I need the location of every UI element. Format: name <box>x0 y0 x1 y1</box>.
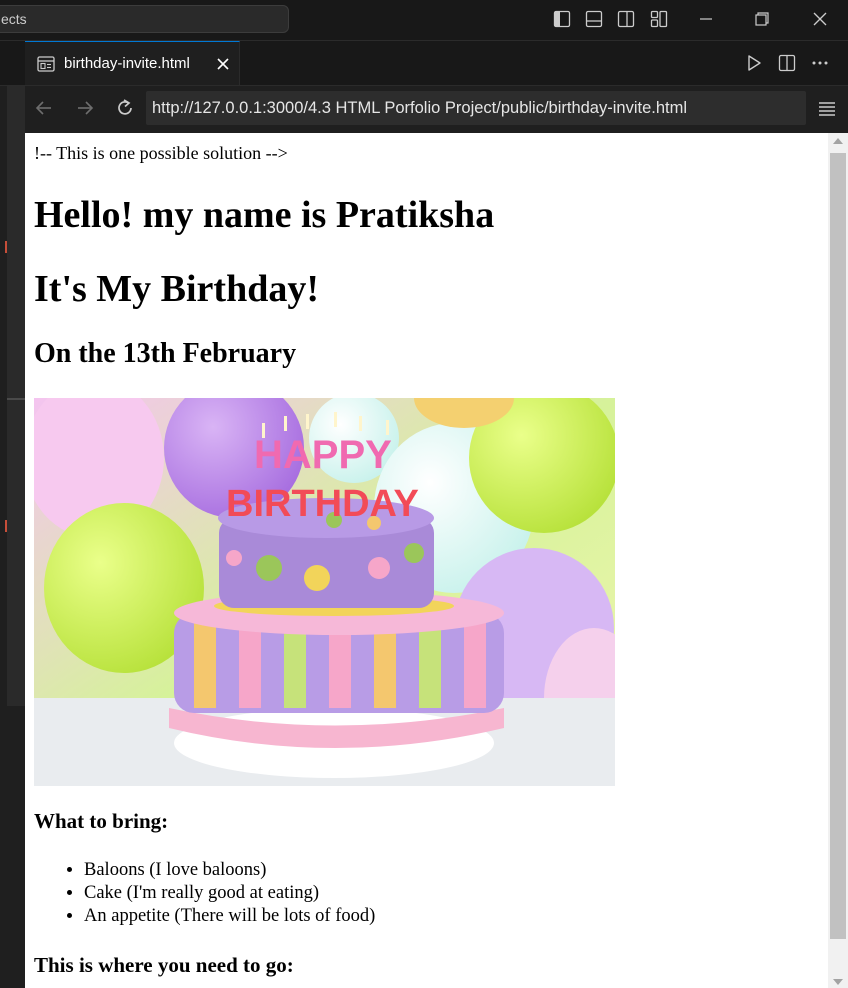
run-icon[interactable] <box>744 53 764 73</box>
search-text: ects <box>1 11 27 27</box>
tab-birthday-invite[interactable]: birthday-invite.html <box>25 41 240 85</box>
menu-icon[interactable] <box>816 97 838 119</box>
cake-topper-birthday: BIRTHDAY <box>226 483 419 525</box>
tab-label: birthday-invite.html <box>64 55 190 72</box>
location-heading: This is where you need to go: <box>34 953 294 977</box>
restore-icon[interactable] <box>752 9 772 29</box>
editor-tab-strip: • birthday-invite.html <box>0 41 848 112</box>
scroll-up-arrow-icon[interactable] <box>833 138 843 144</box>
divider <box>7 398 25 400</box>
list-item: Cake (I'm really good at eating) <box>84 882 375 905</box>
page-viewport: !-- This is one possible solution --> He… <box>25 133 828 988</box>
close-tab-icon[interactable] <box>213 54 233 74</box>
error-marker <box>5 241 7 253</box>
page-title: Hello! my name is Pratiksha <box>34 194 495 236</box>
scrollbar-thumb[interactable] <box>830 153 846 939</box>
forward-icon[interactable] <box>74 97 96 119</box>
url-text: http://127.0.0.1:3000/4.3 HTML Porfolio … <box>152 99 688 117</box>
scroll-down-arrow-icon[interactable] <box>833 979 843 985</box>
editor-minimap <box>7 86 25 706</box>
list-item: An appetite (There will be lots of food) <box>84 905 375 928</box>
more-actions-icon[interactable] <box>810 53 830 73</box>
comment-text: !-- This is one possible solution --> <box>34 143 288 163</box>
url-input[interactable]: http://127.0.0.1:3000/4.3 HTML Porfolio … <box>146 91 806 125</box>
error-marker <box>5 520 7 532</box>
title-bar: ects <box>0 0 848 41</box>
birthday-heading: It's My Birthday! <box>34 268 319 310</box>
bring-list: Baloons (I love baloons) Cake (I'm reall… <box>34 859 375 928</box>
minimize-icon[interactable] <box>696 9 716 29</box>
date-heading: On the 13th February <box>34 338 297 369</box>
birthday-cake-image: HAPPY BIRTHDAY <box>34 398 615 786</box>
toggle-panel-icon[interactable] <box>584 9 604 29</box>
preview-icon <box>37 56 55 72</box>
reload-icon[interactable] <box>114 97 136 119</box>
bring-heading: What to bring: <box>34 809 169 833</box>
close-window-icon[interactable] <box>810 9 830 29</box>
page-scrollbar[interactable] <box>828 133 848 988</box>
back-icon[interactable] <box>33 97 55 119</box>
browser-nav-bar: http://127.0.0.1:3000/4.3 HTML Porfolio … <box>25 86 848 132</box>
cake-topper-happy: HAPPY <box>254 433 392 477</box>
toggle-secondary-sidebar-icon[interactable] <box>616 9 636 29</box>
customize-layout-icon[interactable] <box>649 9 669 29</box>
left-editor-strip <box>0 86 25 988</box>
list-item: Baloons (I love baloons) <box>84 859 375 882</box>
toggle-primary-sidebar-icon[interactable] <box>552 9 572 29</box>
split-editor-icon[interactable] <box>777 53 797 73</box>
command-center-search[interactable]: ects <box>0 5 289 33</box>
